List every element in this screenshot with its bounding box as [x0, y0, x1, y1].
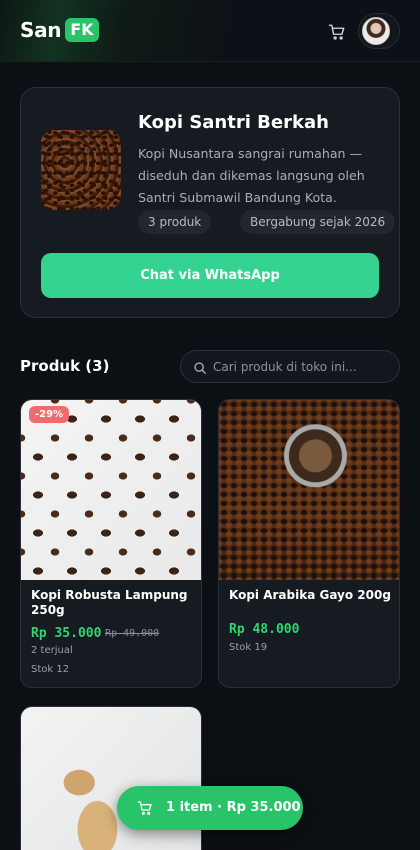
- store-card: Kopi Santri Berkah Kopi Nusantara sangra…: [20, 87, 400, 318]
- whatsapp-chat-button[interactable]: Chat via WhatsApp: [41, 253, 379, 298]
- product-sold: 2 terjual: [31, 645, 73, 656]
- product-name[interactable]: Kopi Arabika Gayo 200g: [229, 588, 394, 603]
- discount-badge: -29%: [29, 406, 70, 423]
- store-image: [41, 130, 121, 210]
- top-bar: San FK: [0, 0, 420, 62]
- cart-summary-button[interactable]: 1 item · Rp 35.000: [117, 786, 303, 830]
- product-card[interactable]: Kopi Arabika Gayo 200g Rp 48.000 Stok 19: [218, 399, 400, 688]
- product-stock: Stok 12: [31, 664, 70, 675]
- search-icon: [193, 360, 207, 374]
- products-heading: Produk (3): [20, 357, 110, 375]
- search-input[interactable]: [213, 351, 393, 382]
- cart-icon[interactable]: [328, 23, 346, 41]
- product-card[interactable]: -29% Kopi Robusta Lampung 250g Rp 35.000…: [20, 399, 202, 688]
- product-search[interactable]: [180, 350, 400, 383]
- logo[interactable]: San FK: [20, 18, 99, 42]
- product-count-badge: 3 produk: [138, 210, 212, 234]
- joined-badge: Bergabung sejak 2026: [240, 210, 396, 234]
- store-name: Kopi Santri Berkah: [138, 112, 329, 133]
- avatar[interactable]: [362, 17, 390, 45]
- product-price: Rp 48.000: [229, 622, 300, 637]
- logo-text: San: [20, 18, 62, 42]
- product-image[interactable]: [219, 400, 399, 580]
- store-description: Kopi Nusantara sangrai rumahan — diseduh…: [138, 146, 365, 205]
- product-stock: Stok 19: [229, 642, 268, 653]
- product-image[interactable]: [21, 400, 201, 580]
- cart-summary-label: 1 item · Rp 35.000: [166, 800, 301, 815]
- logo-badge: FK: [65, 18, 99, 42]
- cart-icon: [137, 800, 153, 816]
- product-name[interactable]: Kopi Robusta Lampung 250g: [31, 588, 196, 618]
- product-old-price: Rp 49.000: [105, 628, 160, 639]
- product-price: Rp 35.000: [31, 626, 102, 641]
